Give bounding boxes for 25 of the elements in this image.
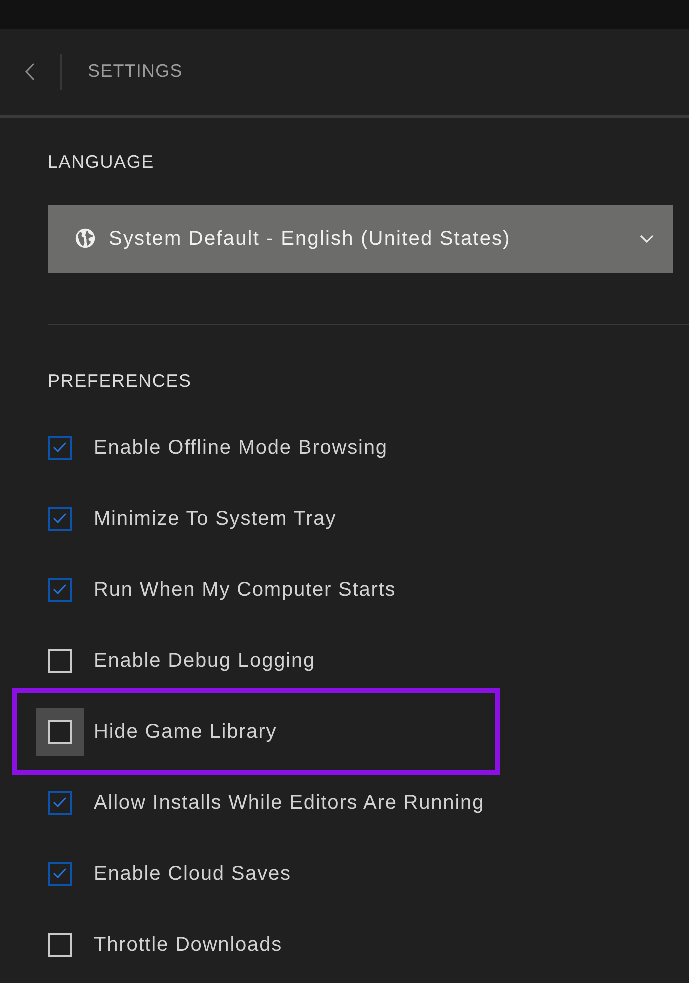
checkmark-icon: [53, 868, 67, 880]
checkbox[interactable]: [48, 506, 72, 531]
checkbox-label[interactable]: Enable Offline Mode Browsing: [94, 436, 388, 460]
checkbox[interactable]: [48, 436, 72, 460]
checkbox-label[interactable]: Enable Debug Logging: [94, 648, 316, 673]
checkmark-icon: [53, 442, 67, 454]
checkbox[interactable]: [48, 578, 72, 602]
section-heading: LANGUAGE: [48, 152, 154, 174]
checkbox[interactable]: [48, 790, 72, 815]
checkbox-label[interactable]: Run When My Computer Starts: [94, 578, 396, 602]
checkbox-label[interactable]: Hide Game Library: [94, 720, 278, 744]
language-dropdown[interactable]: System Default - English (United States): [48, 204, 673, 273]
checkmark-icon: [53, 513, 67, 524]
page-title: SETTINGS: [88, 61, 183, 83]
checkmark-icon: [53, 584, 67, 596]
checkbox-label[interactable]: Enable Cloud Saves: [94, 862, 292, 886]
checkbox-label[interactable]: Minimize To System Tray: [94, 506, 337, 531]
checkbox[interactable]: [48, 862, 72, 886]
checkmark-icon: [53, 797, 67, 808]
checkbox-label[interactable]: Throttle Downloads: [94, 932, 283, 957]
checkbox-label[interactable]: Allow Installs While Editors Are Running: [94, 790, 485, 815]
section-heading: PREFERENCES: [48, 370, 192, 392]
globe-icon: [75, 228, 96, 250]
back-icon: [25, 63, 35, 81]
chevron-down-icon: [640, 234, 654, 243]
